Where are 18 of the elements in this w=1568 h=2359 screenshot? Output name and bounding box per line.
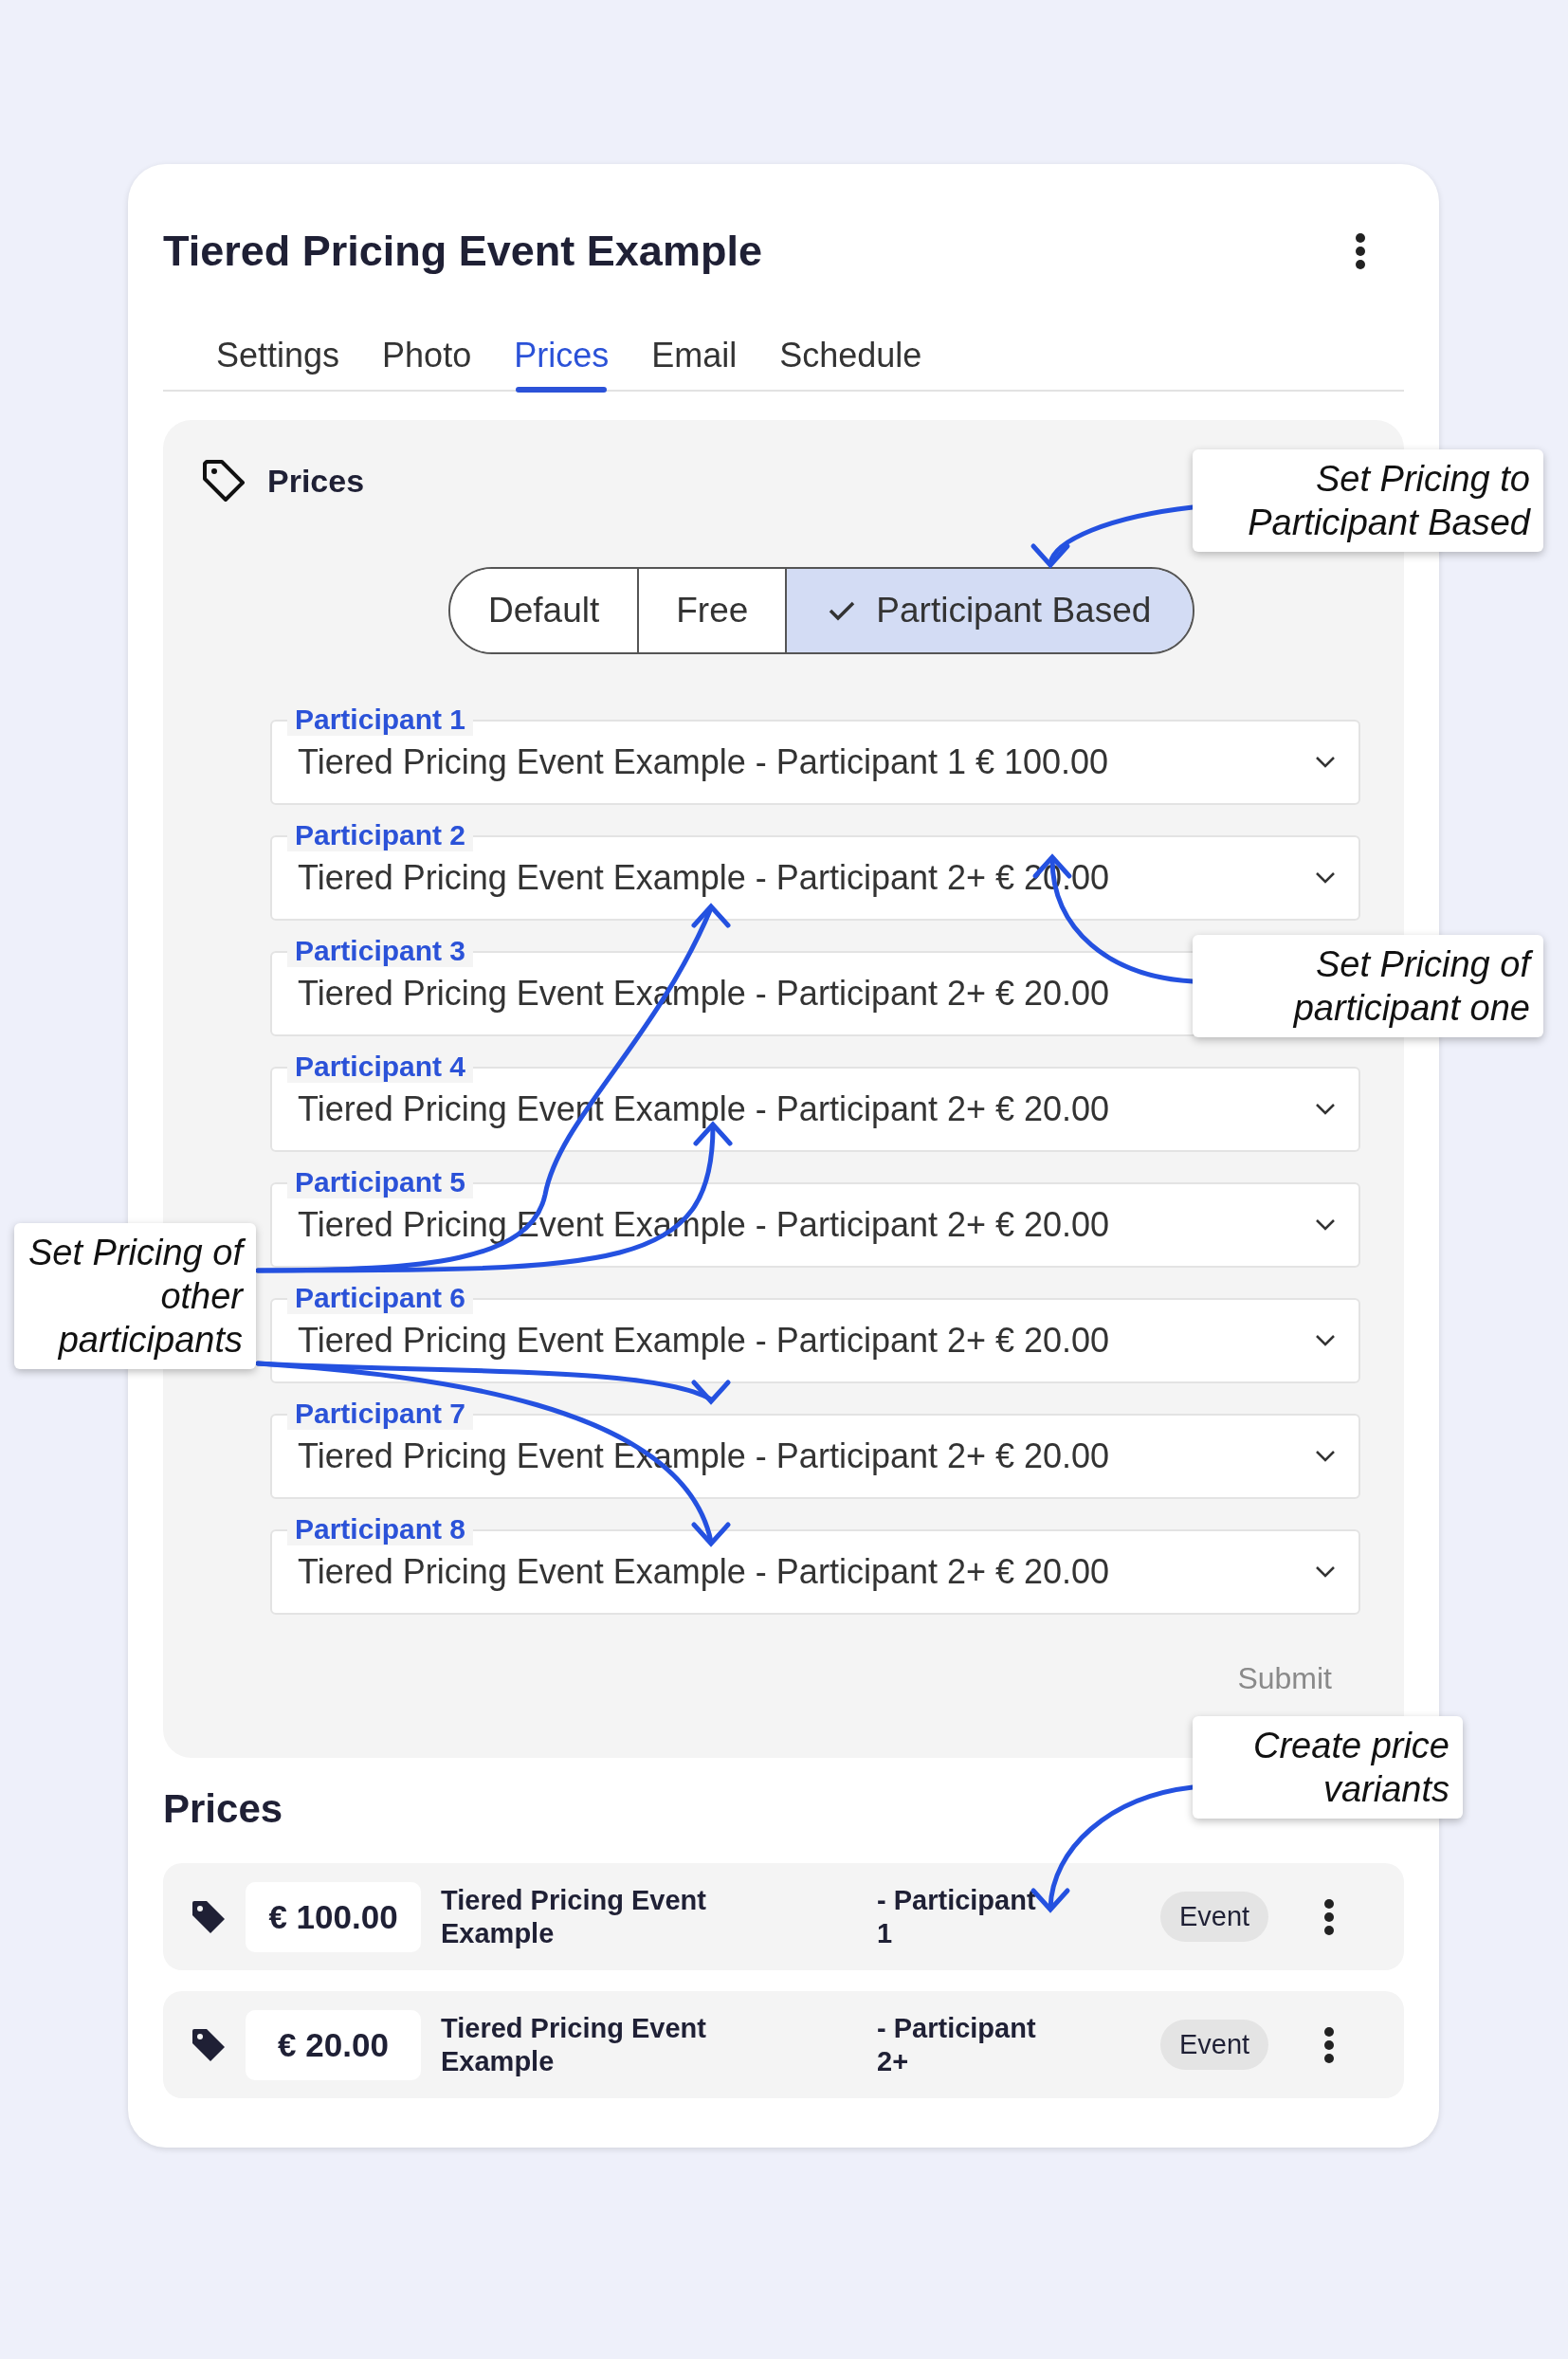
event-title: Tiered Pricing Event Example [163, 226, 762, 277]
price-name: Tiered Pricing Event Example [441, 1883, 707, 1950]
event-tag: Event [1160, 1892, 1269, 1942]
annotation-tooltip: Create price variants [1193, 1716, 1463, 1819]
annotation-tooltip: Set Pricing of other participants [14, 1223, 256, 1369]
event-tag: Event [1160, 2020, 1269, 2070]
price-variant: - Participant 1 [877, 1883, 1037, 1950]
select-value: Tiered Pricing Event Example - Participant 2+ € 20.00 [298, 1321, 1110, 1361]
price-variant: - Participant 2+ [877, 2011, 1037, 2078]
section-heading: Prices [163, 1786, 283, 1832]
annotation-tooltip: Set Pricing to Participant Based [1193, 449, 1543, 552]
price-name: Tiered Pricing Event Example [441, 2011, 707, 2078]
price-amount: € 100.00 [246, 1881, 421, 1952]
annotation-tooltip: Set Pricing of participant one [1193, 935, 1543, 1037]
price-amount: € 20.00 [246, 2009, 421, 2080]
select-value: Tiered Pricing Event Example - Participant 1 € 100.00 [298, 742, 1109, 782]
select-value: Tiered Pricing Event Example - Participant 2+ € 20.00 [298, 1552, 1110, 1592]
panel-heading: Prices [267, 462, 365, 500]
